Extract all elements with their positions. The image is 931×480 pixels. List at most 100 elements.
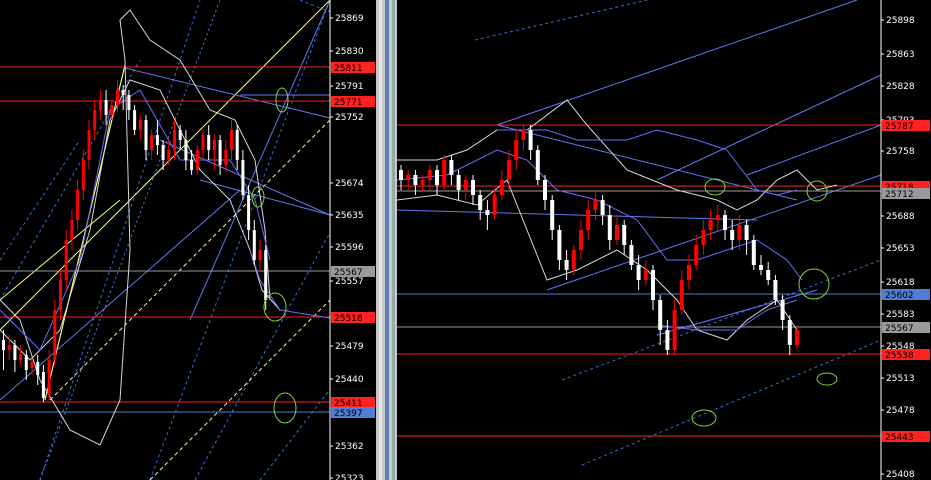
candle-body: [751, 240, 756, 265]
candle-body: [110, 105, 114, 115]
candle-body: [571, 250, 576, 270]
price-level-badge-text: 25397: [334, 409, 363, 419]
candle-body: [13, 345, 17, 360]
blue-channel-line: [546, 174, 882, 291]
price-level-badge-text: 25712: [885, 190, 914, 200]
price-level-badge-text: 25567: [334, 268, 363, 278]
dashed-trend-line: [561, 259, 882, 381]
candle-body: [195, 150, 199, 170]
blue-trend-line: [124, 67, 331, 119]
bollinger-upper-band: [0, 9, 271, 446]
candle-body: [744, 225, 749, 240]
blue-channel-line: [656, 74, 882, 181]
candle-body: [665, 330, 670, 350]
axis-tick-label: 25828: [886, 82, 915, 92]
candle-body: [93, 110, 97, 130]
candle-body: [795, 330, 799, 345]
candle-body: [651, 270, 655, 300]
candle-body: [607, 215, 612, 240]
candle-body: [485, 210, 490, 215]
candle-body: [643, 270, 648, 280]
price-level-badge-text: 25602: [885, 291, 914, 301]
candle-body: [247, 195, 251, 230]
candle-body: [76, 190, 80, 220]
candle-body: [730, 230, 735, 240]
dashed-trend-line: [474, 0, 648, 41]
price-level-badge-text: 25567: [885, 324, 914, 334]
candle-body: [155, 135, 159, 145]
axis-tick-label: 25440: [335, 375, 364, 385]
candle-body: [190, 160, 194, 170]
candle-body: [399, 170, 403, 180]
candle-body: [104, 100, 108, 115]
candle-body: [252, 230, 256, 260]
candle-body: [471, 180, 475, 195]
candle-body: [218, 140, 222, 165]
yellow-channel-line: [149, 299, 331, 480]
candle-body: [47, 360, 51, 395]
candle-body: [30, 362, 34, 368]
candle-body: [59, 280, 62, 310]
candle-body: [679, 280, 684, 310]
axis-tick-label: 25618: [886, 278, 915, 288]
axis-tick-label: 25513: [886, 374, 915, 384]
candle-body: [687, 265, 691, 280]
envelope-line: [249, 249, 331, 319]
left-chart-pane[interactable]: 25869 25830 25791 25752 25674 25635 25596 25557…: [0, 0, 376, 480]
candle-body: [773, 280, 778, 300]
candle-body: [224, 150, 228, 165]
candle-body: [427, 170, 432, 180]
candle-body: [24, 355, 28, 370]
candle-body: [543, 180, 547, 200]
candle-body: [161, 145, 165, 160]
price-level-badge-text: 25538: [885, 351, 914, 361]
axis-tick-label: 25752: [335, 113, 364, 123]
candle-body: [167, 150, 171, 160]
yellow-channel-line: [49, 119, 331, 401]
candle-body: [528, 130, 533, 150]
candle-body: [121, 90, 125, 95]
candle-body: [413, 175, 418, 185]
axis-tick-label: 25635: [335, 211, 364, 221]
axis-tick-label: 25362: [335, 442, 364, 452]
candle-body: [636, 265, 641, 280]
dashed-trend-line: [149, 0, 331, 480]
candle-body: [19, 355, 23, 360]
candle-body: [36, 362, 40, 375]
candle-body: [715, 215, 720, 220]
axis-tick-label: 25674: [335, 179, 364, 189]
candle-body: [150, 135, 154, 150]
candle-body: [521, 130, 526, 140]
candle-body: [507, 160, 511, 180]
candle-body: [212, 140, 216, 150]
candle-body: [41, 372, 45, 398]
price-level-badge-text: 25811: [334, 64, 363, 74]
splitter-handle[interactable]: [385, 0, 389, 480]
axis-tick-label: 25323: [335, 474, 364, 480]
price-level-badge-text: 25443: [885, 433, 914, 443]
candle-body: [64, 240, 68, 280]
axis-tick-label: 25596: [335, 243, 364, 253]
candle-body: [579, 230, 583, 250]
blue-channel-line: [746, 124, 882, 176]
candle-body: [53, 310, 57, 360]
blue-channel-line: [496, 0, 858, 126]
axis-tick-label: 25863: [886, 50, 915, 60]
axis-tick-label: 25408: [886, 470, 915, 480]
chart-splitter[interactable]: [376, 0, 397, 480]
axis-tick-label: 25479: [335, 342, 364, 352]
candle-body: [766, 270, 771, 280]
candle-body: [173, 130, 176, 150]
splitter-edge: [392, 0, 395, 480]
candle-body: [622, 225, 627, 245]
right-chart-pane[interactable]: 2589825863258282579325758256882565325618…: [397, 0, 931, 480]
green-circle-marker-icon: [816, 372, 838, 386]
left-price-chart[interactable]: 25869 25830 25791 25752 25674 25635 25596 25557…: [0, 0, 376, 480]
candle-body: [759, 265, 763, 270]
candle-body: [138, 120, 142, 130]
candle-body: [463, 180, 468, 190]
right-price-chart[interactable]: 2589825863258282579325758256882565325618…: [397, 0, 931, 480]
candle-body: [235, 130, 239, 160]
candle-body: [492, 195, 497, 215]
price-level-badge-text: 25787: [885, 122, 914, 132]
